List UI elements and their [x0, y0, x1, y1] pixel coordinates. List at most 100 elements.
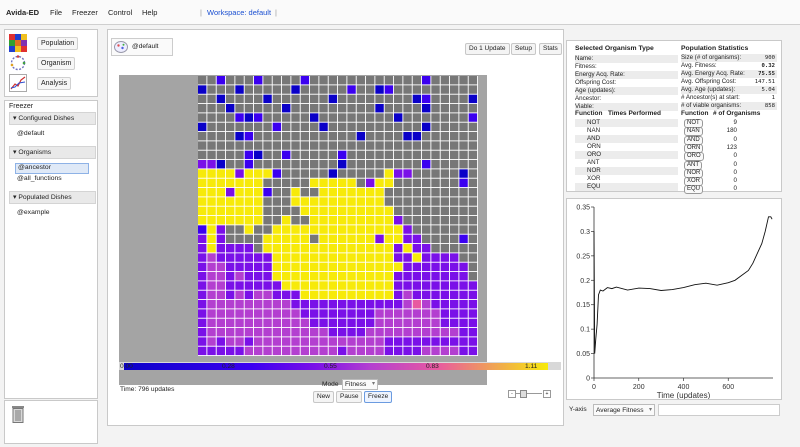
grid-cell[interactable]: [356, 76, 366, 85]
grid-cell[interactable]: [319, 234, 328, 244]
grid-cell[interactable]: [216, 262, 226, 272]
organisms-header[interactable]: ▾ Organisms: [9, 146, 96, 159]
grid-cell[interactable]: [263, 272, 272, 281]
grid-cell[interactable]: [310, 113, 319, 122]
grid-cell[interactable]: [207, 122, 216, 132]
grid-cell[interactable]: [459, 262, 468, 272]
grid-cell[interactable]: [431, 197, 440, 206]
grid-cell[interactable]: [403, 346, 412, 356]
grid-cell[interactable]: [282, 225, 291, 234]
grid-cell[interactable]: [384, 234, 394, 244]
grid-cell[interactable]: [356, 197, 366, 206]
grid-cell[interactable]: [375, 188, 384, 197]
grid-cell[interactable]: [394, 300, 403, 309]
grid-cell[interactable]: [375, 94, 384, 104]
grid-cell[interactable]: [198, 169, 207, 178]
grid-cell[interactable]: [431, 337, 440, 346]
grid-cell[interactable]: [235, 244, 244, 253]
grid-cell[interactable]: [216, 272, 226, 281]
grid-cell[interactable]: [272, 328, 282, 337]
grid-cell[interactable]: [422, 253, 431, 262]
grid-cell[interactable]: [347, 244, 356, 253]
grid-cell[interactable]: [291, 281, 300, 290]
grid-cell[interactable]: [216, 122, 226, 132]
grid-cell[interactable]: [347, 337, 356, 346]
grid-cell[interactable]: [356, 328, 366, 337]
grid-cell[interactable]: [272, 94, 282, 104]
freezer-item-all-functions[interactable]: @all_functions: [17, 175, 62, 182]
grid-cell[interactable]: [347, 85, 356, 94]
menu-control[interactable]: Control: [108, 8, 132, 17]
grid-cell[interactable]: [272, 150, 282, 160]
grid-cell[interactable]: [254, 122, 263, 132]
grid-cell[interactable]: [468, 160, 478, 169]
grid-cell[interactable]: [468, 141, 478, 150]
grid-cell[interactable]: [216, 300, 226, 309]
grid-cell[interactable]: [384, 169, 394, 178]
grid-cell[interactable]: [450, 216, 459, 225]
grid-cell[interactable]: [338, 346, 347, 356]
grid-cell[interactable]: [235, 178, 244, 188]
grid-cell[interactable]: [244, 113, 254, 122]
grid-cell[interactable]: [412, 300, 422, 309]
grid-cell[interactable]: [254, 85, 263, 94]
grid-cell[interactable]: [328, 132, 338, 141]
grid-cell[interactable]: [366, 234, 375, 244]
grid-cell[interactable]: [450, 76, 459, 85]
grid-cell[interactable]: [263, 104, 272, 113]
grid-cell[interactable]: [254, 337, 263, 346]
grid-cell[interactable]: [422, 244, 431, 253]
grid-cell[interactable]: [291, 104, 300, 113]
grid-cell[interactable]: [440, 234, 450, 244]
grid-cell[interactable]: [468, 290, 478, 300]
grid-cell[interactable]: [291, 132, 300, 141]
grid-cell[interactable]: [468, 262, 478, 272]
grid-cell[interactable]: [450, 281, 459, 290]
grid-cell[interactable]: [366, 94, 375, 104]
grid-cell[interactable]: [347, 300, 356, 309]
grid-cell[interactable]: [244, 272, 254, 281]
new-button[interactable]: New: [313, 391, 335, 403]
grid-cell[interactable]: [347, 94, 356, 104]
grid-cell[interactable]: [440, 272, 450, 281]
grid-cell[interactable]: [394, 94, 403, 104]
grid-cell[interactable]: [207, 141, 216, 150]
grid-cell[interactable]: [328, 113, 338, 122]
grid-cell[interactable]: [394, 197, 403, 206]
grid-cell[interactable]: [450, 85, 459, 94]
grid-cell[interactable]: [319, 150, 328, 160]
grid-cell[interactable]: [440, 262, 450, 272]
grid-cell[interactable]: [291, 197, 300, 206]
grid-cell[interactable]: [291, 337, 300, 346]
grid-cell[interactable]: [300, 76, 310, 85]
freezer-item-default[interactable]: @default: [17, 130, 44, 137]
grid-cell[interactable]: [384, 272, 394, 281]
grid-cell[interactable]: [431, 141, 440, 150]
grid-cell[interactable]: [282, 132, 291, 141]
grid-cell[interactable]: [300, 272, 310, 281]
grid-cell[interactable]: [310, 281, 319, 290]
grid-cell[interactable]: [310, 337, 319, 346]
grid-cell[interactable]: [198, 76, 207, 85]
grid-cell[interactable]: [310, 244, 319, 253]
grid-cell[interactable]: [272, 206, 282, 216]
grid-cell[interactable]: [459, 178, 468, 188]
grid-cell[interactable]: [412, 328, 422, 337]
grid-cell[interactable]: [254, 300, 263, 309]
grid-cell[interactable]: [347, 328, 356, 337]
grid-cell[interactable]: [450, 318, 459, 328]
grid-cell[interactable]: [375, 272, 384, 281]
grid-cell[interactable]: [403, 337, 412, 346]
grid-cell[interactable]: [422, 197, 431, 206]
grid-cell[interactable]: [272, 216, 282, 225]
grid-cell[interactable]: [468, 197, 478, 206]
grid-cell[interactable]: [431, 85, 440, 94]
grid-cell[interactable]: [198, 244, 207, 253]
grid-cell[interactable]: [422, 150, 431, 160]
grid-cell[interactable]: [394, 281, 403, 290]
grid-cell[interactable]: [468, 272, 478, 281]
grid-cell[interactable]: [375, 244, 384, 253]
yaxis-extra-field[interactable]: [658, 404, 780, 416]
grid-cell[interactable]: [366, 113, 375, 122]
grid-cell[interactable]: [263, 346, 272, 356]
